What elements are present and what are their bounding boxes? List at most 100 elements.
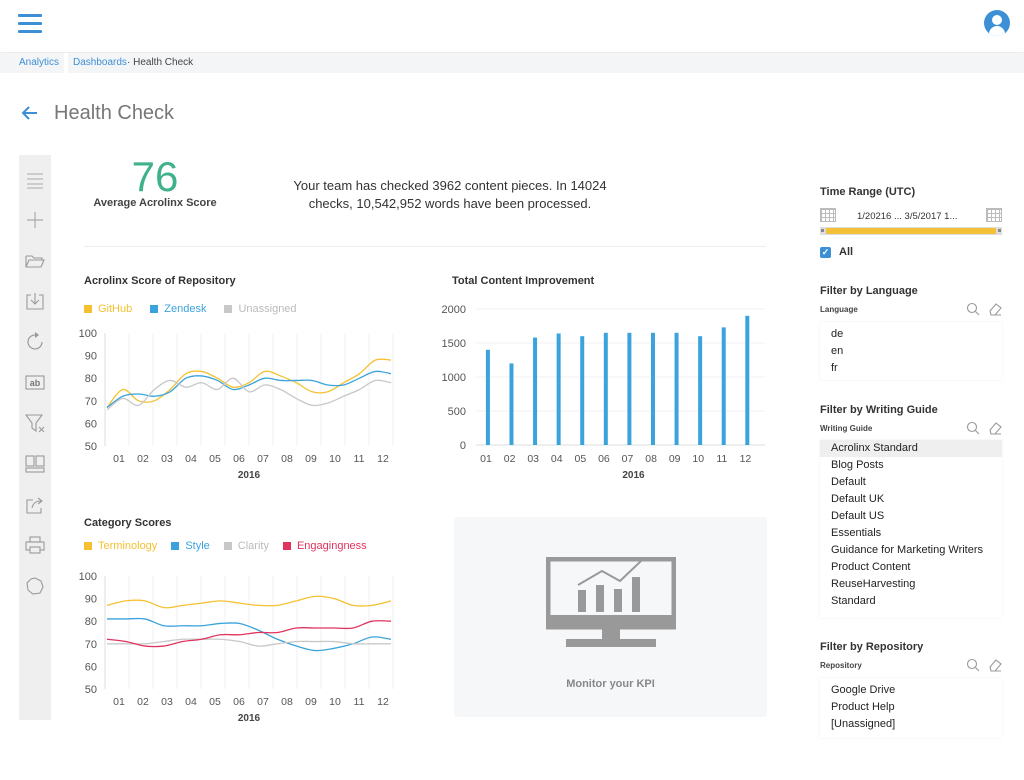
time-range-slider[interactable] (820, 227, 1002, 235)
back-arrow-icon[interactable] (20, 103, 40, 123)
y-tick-label: 70 (85, 639, 97, 651)
language-item[interactable]: fr (820, 360, 1002, 377)
search-icon[interactable] (966, 302, 980, 316)
repository-item[interactable]: Google Drive (820, 682, 1002, 699)
y-tick-label: 50 (85, 684, 97, 696)
print-icon[interactable] (19, 530, 51, 560)
legend-clarity[interactable]: Clarity (223, 540, 269, 552)
refresh-icon[interactable] (19, 327, 51, 357)
y-tick-label: 100 (79, 328, 97, 340)
writing-guide-item[interactable]: Default (820, 474, 1002, 491)
start-calendar-icon[interactable] (820, 208, 836, 222)
search-icon[interactable] (966, 658, 980, 672)
bar (650, 332, 655, 445)
x-axis-label: 2016 (238, 713, 261, 724)
text-field-icon[interactable]: ab (19, 367, 51, 397)
y-tick-label: 1000 (442, 372, 466, 384)
category-chart-title: Category Scores (84, 517, 172, 529)
x-tick-label: 01 (113, 696, 125, 708)
repository-actions (966, 658, 1002, 672)
x-tick-label: 11 (354, 453, 365, 465)
settings-icon[interactable] (19, 571, 51, 601)
search-icon[interactable] (966, 421, 980, 435)
legend-terminology[interactable]: Terminology (84, 540, 157, 552)
category-scores-chart: 50 60 70 80 90 100 01 02 03 04 05 06 07 08 09 10 11 12 201… (79, 571, 394, 724)
legend-github[interactable]: GitHub (84, 303, 132, 315)
language-item[interactable]: de (820, 326, 1002, 343)
legend-label: Engagingness (296, 540, 367, 552)
x-tick-label: 01 (480, 453, 492, 465)
add-icon[interactable] (19, 205, 51, 235)
writing-guide-item[interactable]: Default US (820, 508, 1002, 525)
x-tick-label: 04 (185, 696, 197, 708)
open-folder-icon[interactable] (19, 246, 51, 276)
hamburger-menu-icon[interactable] (18, 14, 42, 34)
x-tick-label: 04 (551, 453, 563, 465)
writing-guide-item[interactable]: Standard (820, 593, 1002, 610)
y-tick-label: 50 (85, 441, 97, 453)
x-tick-label: 09 (305, 696, 317, 708)
slider-handle-end[interactable] (998, 229, 1001, 232)
x-tick-label: 05 (209, 453, 221, 465)
list-icon[interactable] (19, 165, 51, 195)
writing-guide-item[interactable]: Guidance for Marketing Writers (820, 542, 1002, 559)
eraser-icon[interactable] (988, 421, 1002, 435)
writing-guide-item[interactable]: Default UK (820, 491, 1002, 508)
repository-item[interactable]: [Unassigned] (820, 716, 1002, 733)
writing-guide-filter-title: Filter by Writing Guide (820, 404, 938, 416)
x-tick-label: 12 (377, 696, 389, 708)
all-checkbox[interactable]: ✓ (820, 246, 831, 258)
date-range-row: 1/20216 ... 3/5/2017 1... (820, 208, 1002, 226)
x-tick-label: 10 (329, 453, 341, 465)
all-checkbox-row[interactable]: ✓ All (820, 246, 853, 258)
share-icon[interactable] (19, 490, 51, 520)
slider-handle-start[interactable] (821, 229, 824, 232)
writing-guide-item[interactable]: Blog Posts (820, 457, 1002, 474)
x-tick-label: 06 (233, 453, 245, 465)
repository-filter: Filter by Repository Repository Google D… (820, 641, 1002, 741)
import-icon[interactable] (19, 286, 51, 316)
bar (745, 315, 750, 445)
legend-zendesk[interactable]: Zendesk (150, 303, 206, 315)
breadcrumb-dashboards[interactable]: Dashboards (73, 53, 127, 73)
y-tick-label: 60 (85, 418, 97, 430)
writing-guide-item[interactable]: Product Content (820, 559, 1002, 576)
bar (533, 337, 538, 445)
repository-list: Google Drive Product Help [Unassigned] (820, 678, 1002, 738)
legend-engagingness[interactable]: Engagingness (282, 540, 367, 552)
legend-label: Terminology (98, 540, 158, 552)
average-score-widget: 76 Average Acrolinx Score (90, 153, 220, 210)
end-calendar-icon[interactable] (986, 208, 1002, 222)
writing-guide-item[interactable]: Acrolinx Standard (820, 440, 1002, 457)
x-tick-label: 09 (669, 453, 681, 465)
x-tick-label: 11 (716, 453, 727, 465)
breadcrumb-current: · Health Check (127, 57, 194, 68)
y-tick-label: 70 (85, 396, 97, 408)
repository-item[interactable]: Product Help (820, 699, 1002, 716)
bar (627, 332, 632, 445)
writing-guide-item[interactable]: ReuseHarvesting (820, 576, 1002, 593)
breadcrumb-analytics[interactable]: Analytics (19, 53, 59, 73)
clear-filter-icon[interactable] (19, 408, 51, 438)
legend-unassigned[interactable]: Unassigned (224, 303, 297, 315)
x-tick-label: 07 (622, 453, 634, 465)
legend-style[interactable]: Style (171, 540, 210, 552)
x-tick-label: 07 (257, 696, 269, 708)
legend-label: Zendesk (164, 303, 207, 315)
average-score-value: 76 (131, 153, 179, 200)
user-account-icon[interactable] (984, 10, 1010, 36)
eraser-icon[interactable] (988, 658, 1002, 672)
writing-guide-item[interactable]: Essentials (820, 525, 1002, 542)
language-item[interactable]: en (820, 343, 1002, 360)
bar (603, 332, 608, 445)
page-header: Health Check (20, 100, 174, 126)
repo-score-chart: 50 60 70 80 90 100 01 02 03 04 05 06 07 08 09 10 11 12 201… (79, 328, 394, 481)
layout-icon[interactable] (19, 449, 51, 479)
x-tick-label: 08 (281, 453, 293, 465)
content-improvement-chart: 0 500 1000 1500 2000 01 02 03 04 05 06 07 08 09 10 11 12… (442, 304, 765, 481)
kpi-placeholder[interactable]: Monitor your KPI (454, 517, 767, 717)
date-range-value[interactable]: 1/20216 ... 3/5/2017 1... (857, 211, 957, 222)
kpi-label: Monitor your KPI (566, 678, 655, 690)
x-tick-label: 10 (692, 453, 704, 465)
eraser-icon[interactable] (988, 302, 1002, 316)
